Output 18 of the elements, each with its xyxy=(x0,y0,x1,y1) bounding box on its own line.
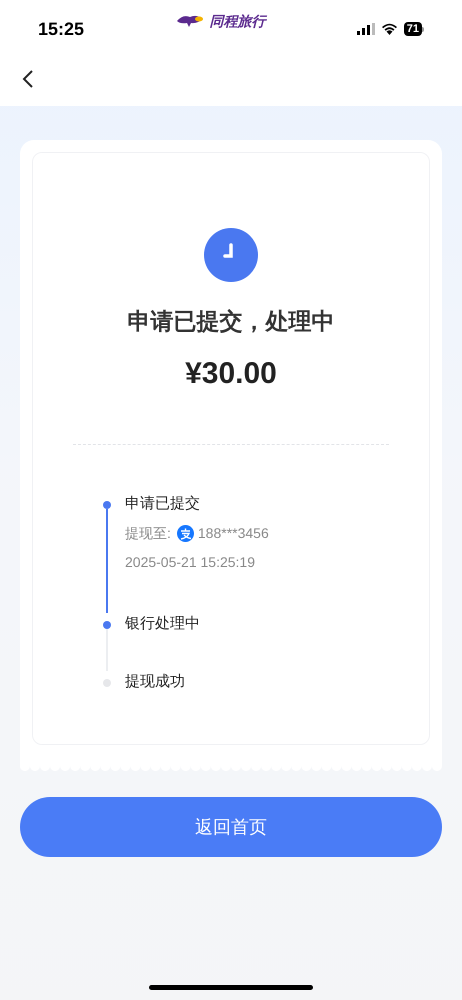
battery-indicator: 71 xyxy=(404,22,424,36)
back-home-button[interactable]: 返回首页 xyxy=(20,797,442,857)
status-time: 15:25 xyxy=(38,18,84,40)
step-label: 申请已提交 xyxy=(125,494,201,514)
app-logo-icon xyxy=(175,14,206,28)
wifi-icon xyxy=(380,23,398,35)
step-label: 银行处理中 xyxy=(125,614,200,634)
payment-logo-icon xyxy=(176,524,194,542)
back-icon[interactable] xyxy=(22,69,34,89)
step-label: 提现成功 xyxy=(125,672,185,692)
account-number: 188***3456 xyxy=(198,524,269,542)
step-time: 2025-05-21 15:25:19 xyxy=(125,552,256,572)
clock-icon xyxy=(204,228,258,282)
app-name: 同程旅行 xyxy=(209,12,266,30)
status-title: 申请已提交，处理中 xyxy=(128,307,334,336)
amount-text: ¥30.00 xyxy=(185,356,277,392)
account-label: 提现至: xyxy=(125,524,171,542)
signal-icon xyxy=(356,23,375,35)
